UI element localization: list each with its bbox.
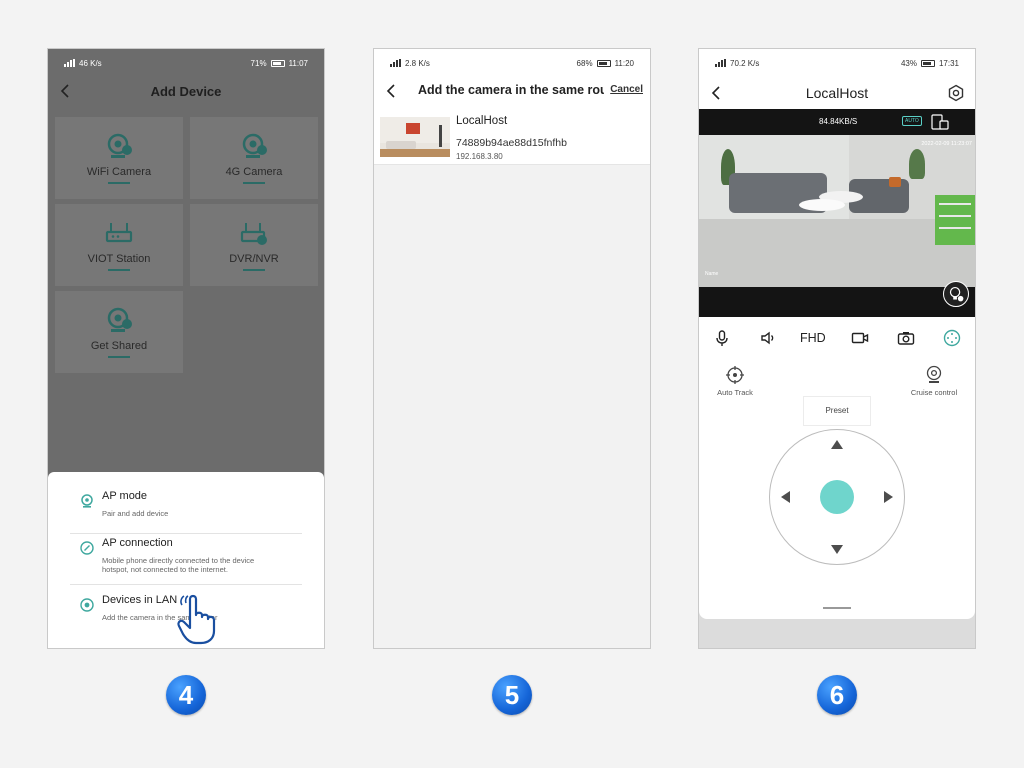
option-title: Devices in LAN [102, 594, 178, 606]
stream-speed: 84.84KB/S [819, 117, 858, 126]
step-badge-4: 4 [166, 675, 206, 715]
header: LocalHost [699, 77, 975, 109]
net-speed: 46 K/s [79, 58, 102, 68]
light-bulb-icon[interactable] [943, 281, 969, 307]
rotate-screen-icon[interactable] [931, 114, 949, 130]
status-bar: 46 K/s 71% 11:07 [48, 49, 324, 77]
arrow-down-button[interactable] [831, 545, 843, 554]
microphone-icon[interactable] [713, 329, 731, 347]
option-ap-connection[interactable]: AP connection Mobile phone directly conn… [70, 529, 302, 585]
battery-percent: 43% [900, 58, 917, 68]
arrow-up-button[interactable] [831, 440, 843, 449]
dpad-center-button[interactable] [820, 480, 854, 514]
back-arrow-icon[interactable] [58, 83, 72, 99]
ptz-direction-pad [769, 429, 905, 565]
gear-icon[interactable] [947, 84, 965, 102]
tile-get-shared[interactable]: Get Shared [55, 291, 183, 373]
quality-button[interactable]: FHD [800, 331, 826, 345]
tile-label: 4G Camera [225, 166, 283, 178]
battery-percent: 71% [250, 58, 267, 68]
tile-label: WiFi Camera [86, 166, 152, 178]
device-list: LocalHost 74889b94ae88d15fnfhb 192.168.3… [374, 107, 650, 648]
arrow-right-button[interactable] [884, 491, 893, 503]
status-bar: 2.8 K/s 68% 11:20 [374, 49, 650, 77]
step-badge-6: 6 [817, 675, 857, 715]
camera-video-feed[interactable]: 2022-02-09 11:23:07 Name [699, 135, 975, 287]
option-title: AP mode [102, 490, 148, 502]
signal-icon [64, 59, 75, 67]
tile-label: VIOT Station [87, 253, 151, 265]
option-ap-mode[interactable]: AP mode Pair and add device [70, 482, 302, 534]
device-id: 74889b94ae88d15fnfhb [456, 137, 567, 149]
4g-camera-icon [242, 133, 267, 158]
preset-button[interactable]: Preset [803, 396, 871, 426]
lan-icon [80, 598, 94, 612]
camera-name-overlay: Name [705, 271, 719, 277]
battery-icon [596, 59, 611, 67]
video-bottom-bar [699, 287, 975, 317]
device-thumbnail [380, 117, 450, 157]
page-title: LocalHost [805, 85, 869, 101]
wifi-camera-icon [107, 133, 132, 158]
live-view-screen: 70.2 K/s 43% 17:31 LocalHost 84.84KB/S AU… [699, 49, 975, 619]
signal-icon [715, 59, 726, 67]
net-speed: 70.2 K/s [730, 58, 760, 68]
tile-4g-camera[interactable]: 4G Camera [190, 117, 318, 199]
page-title: Add Device [150, 83, 222, 99]
signal-icon [390, 59, 401, 67]
camera-snapshot-icon[interactable] [897, 329, 915, 347]
camera-icon [81, 494, 93, 508]
cruise-control-button[interactable]: Cruise control [899, 365, 969, 397]
clock: 11:07 [288, 58, 308, 68]
battery-icon [920, 59, 935, 67]
phone-screen-lan-devices: 2.8 K/s 68% 11:20 Add the camera in the s… [373, 48, 651, 649]
option-title: AP connection [102, 537, 173, 549]
tile-label: DVR/NVR [229, 253, 279, 265]
cancel-button[interactable]: Cancel [610, 84, 643, 95]
option-desc: Pair and add device [102, 509, 169, 518]
dvr-icon [240, 223, 267, 245]
list-item[interactable]: LocalHost 74889b94ae88d15fnfhb 192.168.3… [374, 107, 650, 165]
shared-camera-icon [107, 307, 132, 332]
battery-percent: 68% [576, 58, 593, 68]
home-indicator [823, 607, 851, 609]
clock: 11:20 [614, 58, 634, 68]
page-title: Add the camera in the same router [418, 83, 604, 97]
control-bar: FHD [699, 323, 975, 353]
cruise-control-label: Cruise control [910, 388, 958, 397]
status-bar: 70.2 K/s 43% 17:31 [699, 49, 975, 77]
router-icon [105, 223, 133, 243]
phone-screen-live-view: 70.2 K/s 43% 17:31 LocalHost 84.84KB/S AU… [698, 48, 976, 649]
header: Add the camera in the same router Cancel [374, 77, 650, 107]
device-name: LocalHost [456, 115, 508, 127]
record-video-icon[interactable] [851, 329, 869, 347]
arrow-left-button[interactable] [781, 491, 790, 503]
option-desc: Mobile phone directly connected to the d… [102, 556, 255, 574]
tile-label: Get Shared [90, 340, 148, 352]
net-speed: 2.8 K/s [405, 58, 430, 68]
ptz-joystick-icon[interactable] [943, 329, 961, 347]
pointing-hand-icon [177, 594, 216, 645]
tile-viot-station[interactable]: VIOT Station [55, 204, 183, 286]
video-info-bar: 84.84KB/S AUTO [699, 109, 975, 135]
camera-icon [926, 365, 942, 383]
step-badge-5: 5 [492, 675, 532, 715]
device-ip: 192.168.3.80 [456, 152, 503, 161]
clock: 17:31 [938, 58, 959, 68]
back-arrow-icon[interactable] [384, 83, 398, 99]
speaker-icon[interactable] [759, 329, 777, 347]
auto-track-label: Auto Track [717, 388, 753, 397]
tile-wifi-camera[interactable]: WiFi Camera [55, 117, 183, 199]
link-icon [80, 541, 94, 555]
target-icon [726, 366, 744, 384]
auto-badge[interactable]: AUTO [902, 116, 922, 126]
tile-dvr-nvr[interactable]: DVR/NVR [190, 204, 318, 286]
phone-screen-add-device: 46 K/s 71% 11:07 Add Device WiFi Camera 4… [47, 48, 325, 649]
battery-icon [270, 59, 285, 67]
video-timestamp: 2022-02-09 11:23:07 [921, 141, 972, 147]
auto-track-button[interactable]: Auto Track [700, 365, 770, 397]
